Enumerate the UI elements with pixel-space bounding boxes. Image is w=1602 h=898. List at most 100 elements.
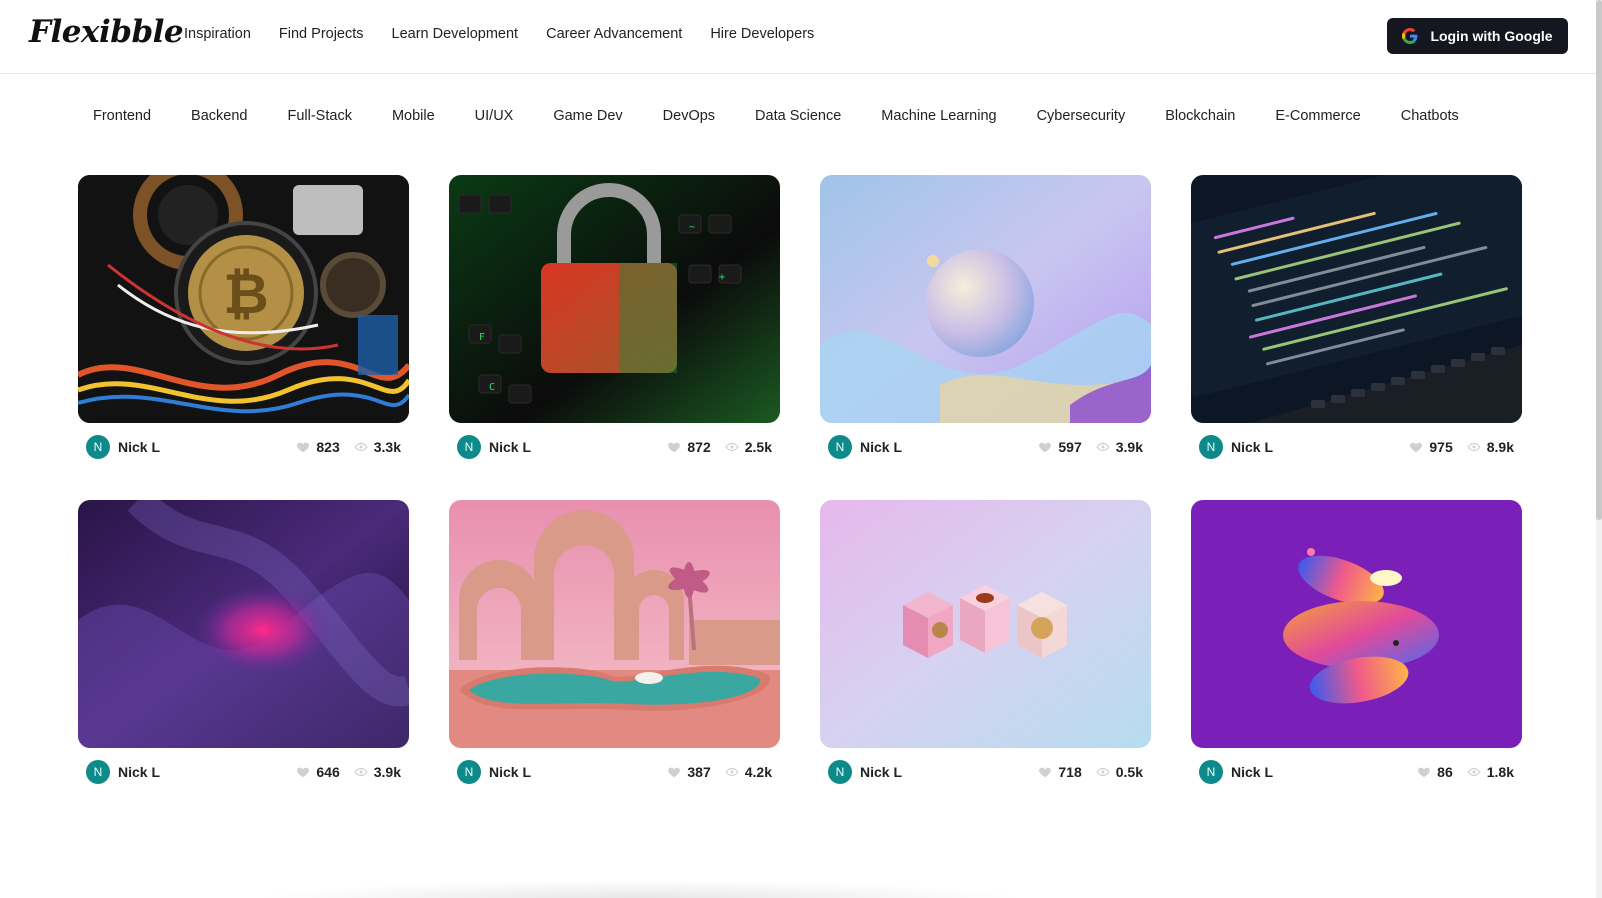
heart-icon[interactable] bbox=[667, 765, 681, 779]
project-card: N Nick L 597 3.9k bbox=[820, 175, 1151, 471]
padlock-keyboard-illustration: ~ + F C bbox=[449, 175, 780, 423]
category-frontend[interactable]: Frontend bbox=[93, 108, 151, 124]
view-count: 3.9k bbox=[1115, 439, 1143, 455]
project-card: N Nick L 975 8.9k bbox=[1191, 175, 1522, 471]
eye-icon bbox=[725, 767, 739, 777]
svg-text:+: + bbox=[719, 272, 725, 283]
author-name[interactable]: Nick L bbox=[118, 439, 160, 455]
nav-link-find-projects[interactable]: Find Projects bbox=[279, 26, 364, 42]
avatar[interactable]: N bbox=[86, 760, 110, 784]
avatar[interactable]: N bbox=[828, 760, 852, 784]
project-card: ~ + F C N Nick L 872 2.5k bbox=[449, 175, 780, 471]
like-count: 86 bbox=[1437, 764, 1453, 780]
scrollbar-thumb[interactable] bbox=[1596, 0, 1602, 520]
project-card: N Nick L 387 4.2k bbox=[449, 500, 780, 796]
like-count: 718 bbox=[1058, 764, 1082, 780]
category-ui-ux[interactable]: UI/UX bbox=[475, 108, 514, 124]
category-data-science[interactable]: Data Science bbox=[755, 108, 841, 124]
author-name[interactable]: Nick L bbox=[1231, 439, 1273, 455]
top-navbar: Flexibble Inspiration Find Projects Lear… bbox=[0, 0, 1602, 74]
avatar[interactable]: N bbox=[457, 760, 481, 784]
avatar[interactable]: N bbox=[1199, 760, 1223, 784]
category-mobile[interactable]: Mobile bbox=[392, 108, 435, 124]
heart-icon[interactable] bbox=[296, 440, 310, 454]
google-icon bbox=[1402, 28, 1418, 44]
nav-link-inspiration[interactable]: Inspiration bbox=[184, 26, 251, 42]
author-name[interactable]: Nick L bbox=[489, 764, 531, 780]
project-stats: 718 0.5k bbox=[1030, 764, 1143, 780]
avatar[interactable]: N bbox=[457, 435, 481, 459]
svg-text:F: F bbox=[479, 332, 485, 343]
avatar[interactable]: N bbox=[1199, 435, 1223, 459]
author-name[interactable]: Nick L bbox=[860, 439, 902, 455]
author-name[interactable]: Nick L bbox=[489, 439, 531, 455]
flexibble-logo[interactable]: Flexibble bbox=[29, 14, 184, 50]
eye-icon bbox=[1467, 767, 1481, 777]
project-stats: 823 3.3k bbox=[288, 439, 401, 455]
project-meta: N Nick L 718 0.5k bbox=[820, 748, 1151, 796]
heart-icon[interactable] bbox=[1038, 765, 1052, 779]
author-name[interactable]: Nick L bbox=[1231, 764, 1273, 780]
view-count: 2.5k bbox=[744, 439, 772, 455]
view-count: 0.5k bbox=[1115, 764, 1143, 780]
project-meta: N Nick L 86 1.8k bbox=[1191, 748, 1522, 796]
bitcoin-electronics-illustration: ₿ bbox=[78, 175, 409, 423]
nav-link-career-advancement[interactable]: Career Advancement bbox=[546, 26, 682, 42]
view-count: 3.9k bbox=[373, 764, 401, 780]
project-thumbnail[interactable] bbox=[820, 175, 1151, 423]
project-stats: 872 2.5k bbox=[659, 439, 772, 455]
category-e-commerce[interactable]: E-Commerce bbox=[1275, 108, 1360, 124]
heart-icon[interactable] bbox=[1417, 765, 1431, 779]
project-thumbnail[interactable]: ~ + F C bbox=[449, 175, 780, 423]
heart-icon[interactable] bbox=[296, 765, 310, 779]
project-thumbnail[interactable] bbox=[449, 500, 780, 748]
project-stats: 646 3.9k bbox=[288, 764, 401, 780]
eye-icon bbox=[354, 442, 368, 452]
eye-icon bbox=[1467, 442, 1481, 452]
eye-icon bbox=[1096, 767, 1110, 777]
project-thumbnail[interactable]: ₿ bbox=[78, 175, 409, 423]
category-backend[interactable]: Backend bbox=[191, 108, 247, 124]
nav-link-hire-developers[interactable]: Hire Developers bbox=[710, 26, 814, 42]
project-thumbnail[interactable] bbox=[820, 500, 1151, 748]
eye-icon bbox=[354, 767, 368, 777]
category-full-stack[interactable]: Full-Stack bbox=[287, 108, 351, 124]
avatar[interactable]: N bbox=[86, 435, 110, 459]
view-count: 1.8k bbox=[1486, 764, 1514, 780]
project-meta: N Nick L 872 2.5k bbox=[449, 423, 780, 471]
project-thumbnail[interactable] bbox=[1191, 500, 1522, 748]
view-count: 4.2k bbox=[744, 764, 772, 780]
pink-cubes-illustration bbox=[820, 500, 1151, 748]
view-count: 3.3k bbox=[373, 439, 401, 455]
category-game-dev[interactable]: Game Dev bbox=[553, 108, 622, 124]
category-machine-learning[interactable]: Machine Learning bbox=[881, 108, 996, 124]
category-cybersecurity[interactable]: Cybersecurity bbox=[1037, 108, 1126, 124]
author-name[interactable]: Nick L bbox=[860, 764, 902, 780]
project-stats: 975 8.9k bbox=[1401, 439, 1514, 455]
project-card: N Nick L 718 0.5k bbox=[820, 500, 1151, 796]
pastel-sphere-illustration bbox=[820, 175, 1151, 423]
project-thumbnail[interactable] bbox=[78, 500, 409, 748]
like-count: 597 bbox=[1058, 439, 1082, 455]
eye-icon bbox=[725, 442, 739, 452]
category-chatbots[interactable]: Chatbots bbox=[1401, 108, 1459, 124]
avatar[interactable]: N bbox=[828, 435, 852, 459]
like-count: 387 bbox=[687, 764, 711, 780]
heart-icon[interactable] bbox=[1409, 440, 1423, 454]
main-nav: Inspiration Find Projects Learn Developm… bbox=[184, 26, 814, 42]
login-with-google-button[interactable]: Login with Google bbox=[1387, 18, 1568, 54]
login-button-label: Login with Google bbox=[1430, 28, 1553, 44]
heart-icon[interactable] bbox=[667, 440, 681, 454]
code-screen-illustration bbox=[1191, 175, 1522, 423]
heart-icon[interactable] bbox=[1038, 440, 1052, 454]
category-devops[interactable]: DevOps bbox=[663, 108, 715, 124]
nav-link-learn-development[interactable]: Learn Development bbox=[392, 26, 519, 42]
project-thumbnail[interactable] bbox=[1191, 175, 1522, 423]
category-filter-bar: Frontend Backend Full-Stack Mobile UI/UX… bbox=[93, 108, 1459, 124]
project-card: ₿ N Nick L 823 3.3k bbox=[78, 175, 409, 471]
project-card: N Nick L 86 1.8k bbox=[1191, 500, 1522, 796]
category-blockchain[interactable]: Blockchain bbox=[1165, 108, 1235, 124]
project-meta: N Nick L 975 8.9k bbox=[1191, 423, 1522, 471]
like-count: 975 bbox=[1429, 439, 1453, 455]
author-name[interactable]: Nick L bbox=[118, 764, 160, 780]
